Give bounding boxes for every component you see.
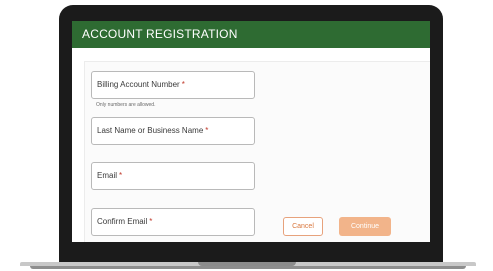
required-asterisk: *	[149, 217, 153, 226]
page-header: ACCOUNT REGISTRATION	[72, 21, 430, 48]
last-name-or-business-name-label: Last Name or Business Name	[97, 126, 204, 135]
laptop-base-shadow	[30, 266, 466, 269]
page-title: ACCOUNT REGISTRATION	[82, 27, 238, 41]
confirm-email-field[interactable]: Confirm Email *	[91, 208, 255, 236]
last-name-or-business-name-field[interactable]: Last Name or Business Name *	[91, 117, 255, 145]
email-field[interactable]: Email *	[91, 162, 255, 190]
billing-account-number-help: Only numbers are allowed.	[96, 102, 156, 108]
required-asterisk: *	[119, 171, 123, 180]
cancel-button[interactable]: Cancel	[283, 217, 323, 236]
required-asterisk: *	[205, 126, 209, 135]
billing-account-number-field[interactable]: Billing Account Number *	[91, 71, 255, 99]
laptop-hinge-notch	[198, 262, 296, 266]
email-label: Email	[97, 171, 118, 180]
required-asterisk: *	[181, 80, 185, 89]
billing-account-number-label: Billing Account Number	[97, 80, 180, 89]
continue-button[interactable]: Continue	[339, 217, 391, 236]
confirm-email-label: Confirm Email	[97, 217, 148, 226]
